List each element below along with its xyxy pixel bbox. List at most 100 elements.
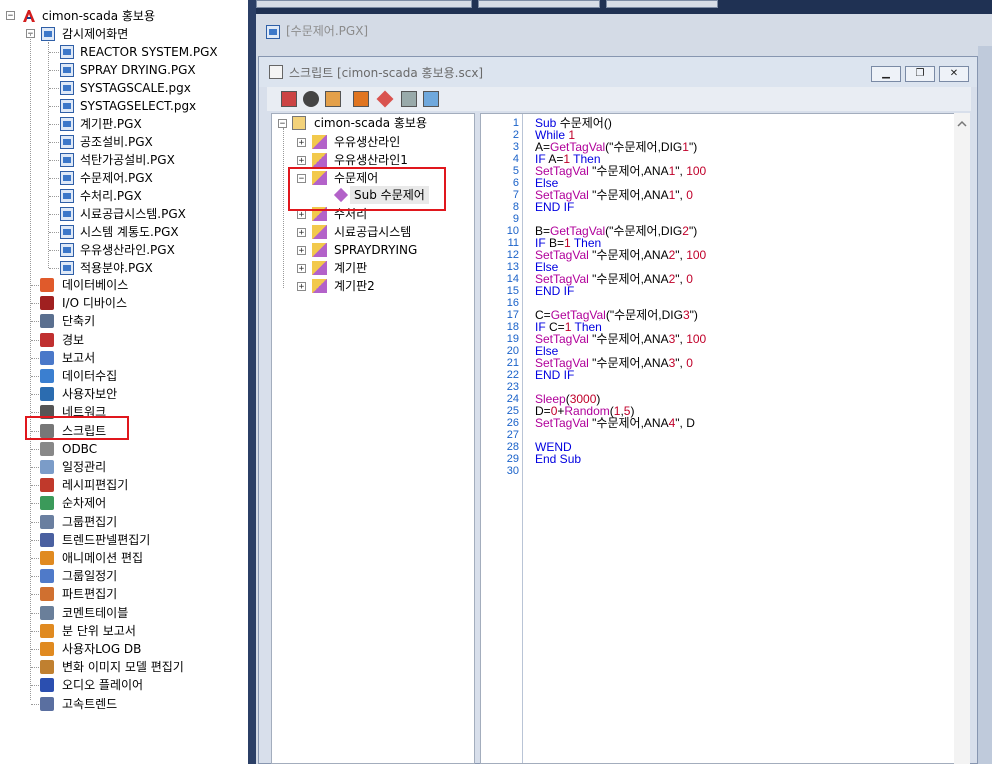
minimize-button[interactable]: ▁ xyxy=(871,66,901,82)
pgx-page-icon xyxy=(60,243,74,257)
page-item[interactable]: 수처리.PGX xyxy=(0,187,240,205)
expand-icon[interactable]: + xyxy=(297,282,306,292)
line-number: 7 xyxy=(512,189,519,201)
project-item[interactable]: 파트편집기 xyxy=(0,585,240,603)
page-item-label: 공조설비.PGX xyxy=(80,135,153,149)
expand-icon[interactable]: + xyxy=(297,246,306,256)
page-item[interactable]: REACTOR SYSTEM.PGX xyxy=(0,43,240,61)
code-editor[interactable]: 1 Sub 수문제어() 2 While 1 3 A=GetTagVal("수문제어,DI… xyxy=(480,113,970,764)
project-item-label: 보고서 xyxy=(62,350,96,365)
project-item[interactable]: 그룹일정기 xyxy=(0,567,240,585)
project-item-label: 변화 이미지 모델 편집기 xyxy=(62,660,184,675)
project-item[interactable]: 애니메이션 편집 xyxy=(0,549,240,567)
tree-node-monitoring[interactable]: − 감시제어화면 xyxy=(0,25,240,43)
script-toolbar xyxy=(267,87,971,111)
page-item[interactable]: 시스템 계통도.PGX xyxy=(0,223,240,241)
code-line[interactable]: SetTagVal "수문제어,ANA1", 100 xyxy=(535,165,706,177)
code-line[interactable]: End Sub xyxy=(535,453,581,465)
script-node[interactable]: + 시료공급시스템 xyxy=(272,223,472,241)
script-project-icon xyxy=(292,116,306,130)
project-item[interactable]: 트렌드판넬편집기 xyxy=(0,531,240,549)
search-icon[interactable] xyxy=(423,91,439,107)
new-script-icon[interactable] xyxy=(281,91,297,107)
code-line[interactable]: END IF xyxy=(535,285,574,297)
project-item[interactable]: I/O 디바이스 xyxy=(0,294,240,312)
code-line[interactable]: END IF xyxy=(535,369,574,381)
page-item[interactable]: 시료공급시스템.PGX xyxy=(0,205,240,223)
page-item-label: 계기판.PGX xyxy=(80,117,142,131)
line-number: 30 xyxy=(506,465,519,477)
script-tree-root[interactable]: − cimon-scada 홍보용 xyxy=(272,114,472,132)
project-item[interactable]: 데이터베이스 xyxy=(0,276,240,294)
expand-icon[interactable]: + xyxy=(297,210,306,220)
page-item-label: SYSTAGSCALE.pgx xyxy=(80,81,191,95)
scroll-up-icon[interactable] xyxy=(954,117,970,131)
project-item[interactable]: 일정관리 xyxy=(0,458,240,476)
tab-main[interactable] xyxy=(256,0,472,8)
script-group-icon xyxy=(312,225,327,239)
script-node[interactable]: + SPRAYDRYING xyxy=(272,241,472,259)
page-item[interactable]: SYSTAGSCALE.pgx xyxy=(0,79,240,97)
expand-icon[interactable]: + xyxy=(297,138,306,148)
code-line[interactable]: SetTagVal "수문제어,ANA3", 100 xyxy=(535,333,706,345)
line-number: 14 xyxy=(506,273,519,285)
line-number: 10 xyxy=(506,225,519,237)
expand-icon[interactable]: + xyxy=(297,156,306,166)
collapse-icon[interactable]: − xyxy=(278,119,287,129)
tree-root[interactable]: − cimon-scada 홍보용 xyxy=(0,7,240,25)
tab-second[interactable] xyxy=(478,0,600,8)
sub-highlight-box xyxy=(288,167,446,211)
code-scrollbar[interactable] xyxy=(954,113,970,764)
script-window-title: 스크립트 [cimon-scada 홍보용.scx] xyxy=(289,66,484,80)
script-node[interactable]: + 계기판 xyxy=(272,259,472,277)
copy-icon[interactable] xyxy=(353,91,369,107)
project-item-icon xyxy=(40,623,54,638)
page-item-label: 석탄가공설비.PGX xyxy=(80,153,175,167)
project-item[interactable]: 그룹편집기 xyxy=(0,513,240,531)
page-item[interactable]: 우유생산라인.PGX xyxy=(0,241,240,259)
code-line[interactable]: SetTagVal "수문제어,ANA4", D xyxy=(535,417,695,429)
script-node[interactable]: + 계기판2 xyxy=(272,277,472,295)
pgx-page-icon xyxy=(60,81,74,95)
project-item[interactable]: 순차제어 xyxy=(0,494,240,512)
script-node[interactable]: + 우유생산라인 xyxy=(272,133,472,151)
page-item[interactable]: SYSTAGSELECT.pgx xyxy=(0,97,240,115)
project-item-icon xyxy=(40,605,54,620)
page-item[interactable]: 적용분야.PGX xyxy=(0,259,240,277)
code-line[interactable]: SetTagVal "수문제어,ANA2", 100 xyxy=(535,249,706,261)
view-icon[interactable] xyxy=(401,91,417,107)
project-item[interactable]: 단축키 xyxy=(0,312,240,330)
project-item[interactable]: ODBC xyxy=(0,440,240,458)
project-item-icon xyxy=(40,460,54,474)
code-line[interactable]: END IF xyxy=(535,201,574,213)
page-item[interactable]: SPRAY DRYING.PGX xyxy=(0,61,240,79)
project-item-label: I/O 디바이스 xyxy=(62,296,128,311)
info-icon[interactable] xyxy=(303,91,319,107)
restore-button[interactable]: ❐ xyxy=(905,66,935,82)
close-button[interactable]: ✕ xyxy=(939,66,969,82)
project-item[interactable]: 레시피편집기 xyxy=(0,476,240,494)
page-item[interactable]: 수문제어.PGX xyxy=(0,169,240,187)
project-item[interactable]: 경보 xyxy=(0,331,240,349)
script-node-label: 계기판 xyxy=(334,261,368,275)
project-item-icon xyxy=(40,678,54,693)
page-item[interactable]: 석탄가공설비.PGX xyxy=(0,151,240,169)
project-item[interactable]: 분 단위 보고서 xyxy=(0,622,240,640)
tab-third[interactable] xyxy=(606,0,718,8)
project-item[interactable]: 사용자LOG DB xyxy=(0,640,240,658)
page-item[interactable]: 계기판.PGX xyxy=(0,115,240,133)
project-item[interactable]: 고속트렌드 xyxy=(0,695,240,713)
project-item[interactable]: 데이터수집 xyxy=(0,367,240,385)
project-item[interactable]: 변화 이미지 모델 편집기 xyxy=(0,658,240,676)
project-item[interactable]: 보고서 xyxy=(0,349,240,367)
expand-icon[interactable]: + xyxy=(297,264,306,274)
grid-icon[interactable] xyxy=(325,91,341,107)
tag-icon[interactable] xyxy=(376,90,394,108)
project-item[interactable]: 사용자보안 xyxy=(0,385,240,403)
project-item-label: 고속트렌드 xyxy=(62,696,118,711)
project-item[interactable]: 오디오 플레이어 xyxy=(0,676,240,694)
collapse-icon[interactable]: − xyxy=(6,11,15,21)
expand-icon[interactable]: + xyxy=(297,228,306,238)
page-item[interactable]: 공조설비.PGX xyxy=(0,133,240,151)
project-item[interactable]: 코멘트테이블 xyxy=(0,604,240,622)
